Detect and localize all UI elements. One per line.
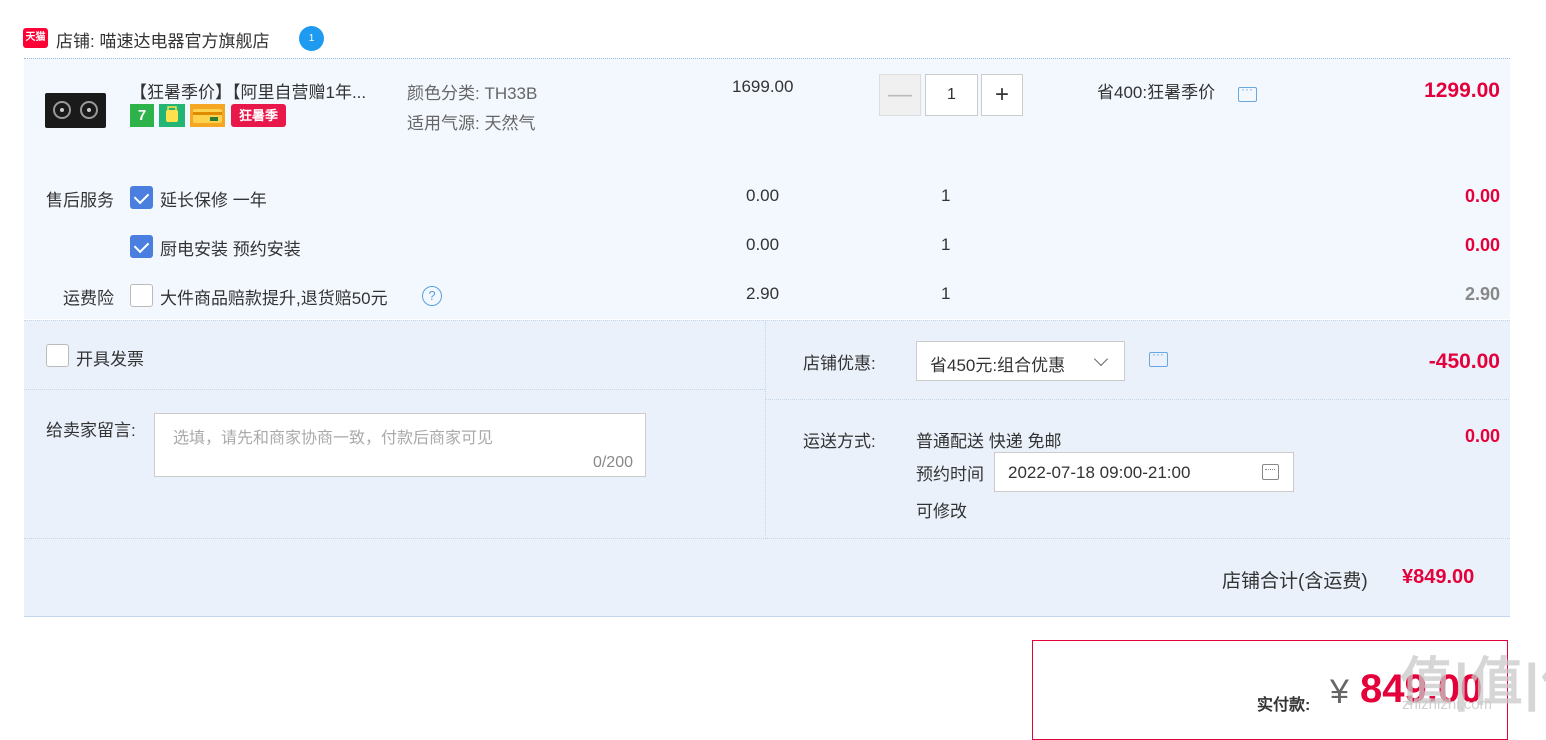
- calendar-icon: [1262, 464, 1279, 480]
- shipping-label: 运送方式:: [803, 432, 876, 451]
- after-sale-label: 售后服务: [46, 191, 114, 210]
- shop-total-value: ¥849.00: [1402, 566, 1475, 588]
- invoice-label: 开具发票: [76, 350, 144, 369]
- shop-discount-value: 省450元:组合优惠: [930, 356, 1066, 375]
- payment-currency: ¥: [1330, 673, 1349, 711]
- appointment-time-value: 2022-07-18 09:00-21:00: [1008, 463, 1191, 482]
- divider: [24, 538, 1510, 539]
- service-total: 2.90: [1464, 284, 1500, 304]
- discount-comment-icon[interactable]: [1149, 347, 1168, 367]
- sku-color: 颜色分类: TH33B: [407, 84, 538, 103]
- guarantee-icon: [159, 104, 185, 127]
- appointment-label: 预约时间: [916, 465, 984, 484]
- message-placeholder: 选填，请先和商家协商一致，付款后商家可见: [173, 430, 494, 447]
- modifiable-note: 可修改: [916, 502, 967, 521]
- wangwang-chat-icon[interactable]: 1: [299, 26, 324, 51]
- extended-warranty-checkbox[interactable]: [130, 186, 153, 209]
- appointment-time-picker[interactable]: 2022-07-18 09:00-21:00: [994, 452, 1294, 492]
- chevron-down-icon: [1093, 351, 1109, 367]
- freight-insurance-text: 大件商品赔款提升,退货赔50元: [160, 289, 388, 308]
- divider: [766, 399, 1509, 400]
- service-total: 0.00: [1464, 186, 1500, 206]
- unit-price: 1699.00: [732, 77, 794, 96]
- item-promotion: 省400:狂暑季价: [1097, 83, 1216, 102]
- quantity-increase-button[interactable]: +: [981, 74, 1023, 116]
- payment-label: 实付款:: [1257, 697, 1311, 714]
- freight-insurance-label: 运费险: [63, 289, 114, 308]
- installation-label: 厨电安装 预约安装: [160, 240, 301, 259]
- freight-insurance-checkbox[interactable]: [130, 284, 153, 307]
- installation-checkbox[interactable]: [130, 235, 153, 258]
- divider: [24, 616, 1510, 617]
- shop-discount-select[interactable]: 省450元:组合优惠: [916, 341, 1125, 381]
- extended-warranty-label: 延长保修 一年: [160, 191, 267, 210]
- promo-comment-icon[interactable]: [1238, 82, 1257, 102]
- service-price: 2.90: [746, 284, 780, 303]
- service-qty: 1: [941, 186, 951, 205]
- shop-total-label: 店铺合计(含运费): [1222, 571, 1368, 592]
- credit-card-icon: [190, 104, 225, 127]
- help-icon[interactable]: ?: [422, 286, 442, 306]
- service-total: 0.00: [1464, 235, 1500, 255]
- service-price: 0.00: [746, 235, 780, 254]
- shop-name-link[interactable]: 店铺: 喵速达电器官方旗舰店: [56, 27, 269, 52]
- message-char-counter: 0/200: [592, 454, 633, 471]
- seven-day-return-icon: 7: [130, 104, 154, 127]
- divider: [765, 322, 766, 538]
- product-thumbnail[interactable]: [45, 93, 106, 128]
- promotion-badge: 狂暑季: [231, 104, 286, 127]
- item-subtotal: 1299.00: [1424, 79, 1500, 102]
- invoice-checkbox[interactable]: [46, 344, 69, 367]
- tmall-logo: 天猫: [23, 28, 48, 48]
- message-label: 给卖家留言:: [46, 421, 136, 440]
- quantity-decrease-button[interactable]: —: [879, 74, 921, 116]
- service-price: 0.00: [746, 186, 780, 205]
- divider: [24, 389, 765, 390]
- seller-message-textarea[interactable]: 选填，请先和商家协商一致，付款后商家可见 0/200: [154, 413, 646, 477]
- watermark-url: zhizhizhi.com: [1402, 696, 1493, 713]
- shipping-fee: 0.00: [1464, 426, 1500, 446]
- quantity-input[interactable]: 1: [925, 74, 978, 116]
- sku-gas-type: 适用气源: 天然气: [407, 114, 536, 133]
- shop-discount-label: 店铺优惠:: [803, 354, 876, 373]
- service-qty: 1: [941, 284, 951, 303]
- product-title-link[interactable]: 【狂暑季价】【阿里自营赠1年...: [130, 78, 392, 103]
- shop-discount-amount: -450.00: [1428, 350, 1500, 373]
- service-qty: 1: [941, 235, 951, 254]
- shipping-method: 普通配送 快递 免邮: [916, 432, 1062, 451]
